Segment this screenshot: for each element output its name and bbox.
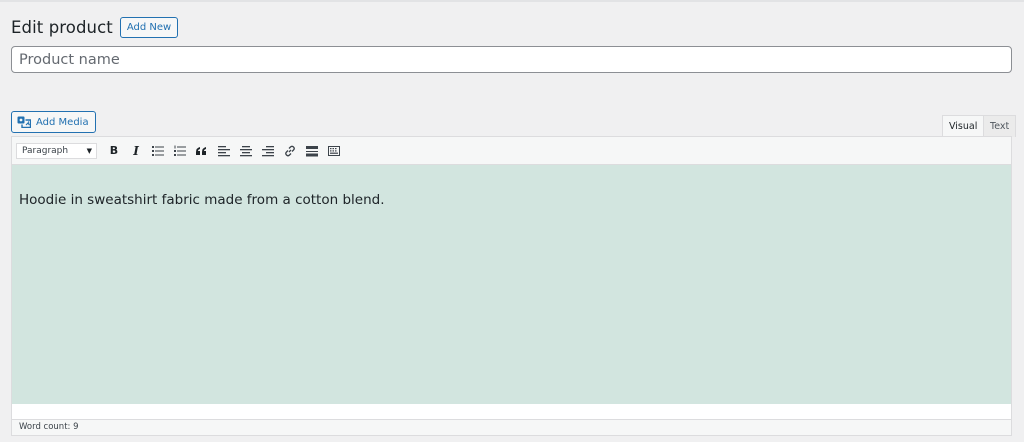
blockquote-button[interactable] <box>191 140 213 162</box>
quote-icon <box>196 146 206 155</box>
keyboard-icon <box>328 145 340 156</box>
insert-link-button[interactable] <box>279 140 301 162</box>
add-media-button[interactable]: Add Media <box>11 111 96 133</box>
align-center-button[interactable] <box>235 140 257 162</box>
italic-icon: I <box>133 143 139 158</box>
bold-icon: B <box>109 144 119 157</box>
product-name-input[interactable] <box>11 46 1012 73</box>
page-title: Edit product <box>11 17 113 37</box>
align-right-button[interactable] <box>257 140 279 162</box>
align-left-icon <box>218 145 230 156</box>
bold-button[interactable]: B <box>103 140 125 162</box>
italic-button[interactable]: I <box>125 140 147 162</box>
chevron-down-icon: ▼ <box>86 146 92 155</box>
bulleted-list-icon <box>152 145 164 156</box>
tab-text[interactable]: Text <box>983 115 1017 137</box>
bulleted-list-button[interactable] <box>147 140 169 162</box>
content-editor: Paragraph ▼ B I Hoodie in sweatshirt fab… <box>11 136 1012 436</box>
tab-visual[interactable]: Visual <box>942 115 985 138</box>
word-count-bar: Word count: 9 <box>12 419 1011 435</box>
read-more-button[interactable] <box>301 140 323 162</box>
editor-content-area[interactable]: Hoodie in sweatshirt fabric made from a … <box>12 165 1011 404</box>
align-right-icon <box>262 145 274 156</box>
align-center-icon <box>240 145 252 156</box>
top-divider <box>0 0 1024 2</box>
add-media-label: Add Media <box>36 116 89 128</box>
media-icon <box>17 116 31 128</box>
numbered-list-icon <box>174 145 186 156</box>
link-icon <box>285 145 295 156</box>
align-left-button[interactable] <box>213 140 235 162</box>
editor-content-text[interactable]: Hoodie in sweatshirt fabric made from a … <box>19 192 1004 208</box>
editor-toolbar: Paragraph ▼ B I <box>12 137 1011 165</box>
numbered-list-button[interactable] <box>169 140 191 162</box>
word-count: Word count: 9 <box>19 422 79 432</box>
read-more-icon <box>306 145 318 156</box>
format-select-value: Paragraph <box>22 145 69 156</box>
format-select[interactable]: Paragraph ▼ <box>16 142 97 159</box>
toolbar-toggle-button[interactable] <box>323 140 345 162</box>
add-new-button[interactable]: Add New <box>119 16 179 38</box>
page-header: Edit product Add New <box>11 14 179 40</box>
